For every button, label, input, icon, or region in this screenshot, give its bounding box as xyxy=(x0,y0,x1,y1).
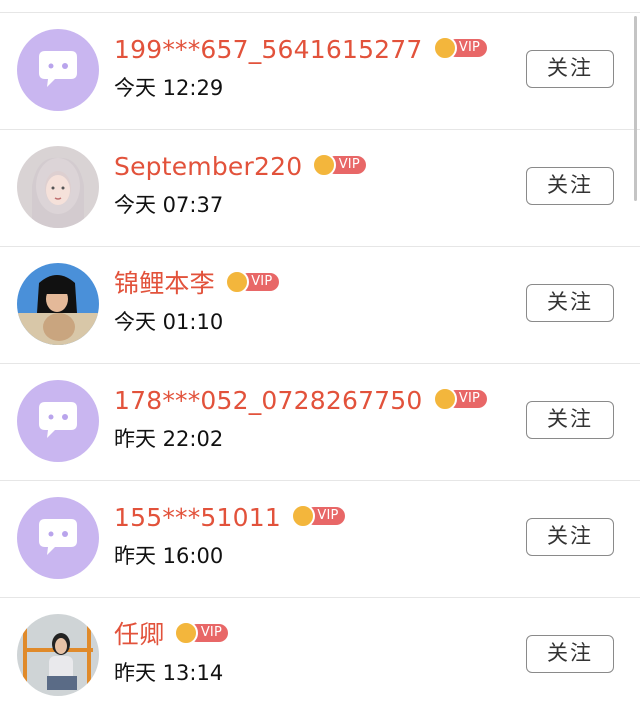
chat-bubble-icon xyxy=(39,519,77,555)
vip-badge: VIP xyxy=(224,270,279,294)
visit-time: 今天 01:10 xyxy=(114,310,224,334)
vip-badge: VIP xyxy=(312,153,367,177)
follow-button[interactable]: 关注 xyxy=(526,401,614,439)
chat-bubble-icon xyxy=(39,402,77,438)
follow-button[interactable]: 关注 xyxy=(526,635,614,673)
username[interactable]: 178***052_0728267750 VIP xyxy=(114,386,487,416)
chat-bubble-icon xyxy=(39,51,77,87)
vip-badge: VIP xyxy=(432,387,487,411)
photo-avatar[interactable] xyxy=(17,263,99,345)
vip-badge: VIP xyxy=(432,36,487,60)
visit-time: 昨天 22:02 xyxy=(114,427,224,451)
user-row[interactable]: 178***052_0728267750 VIP 昨天 22:02 关注 xyxy=(0,363,640,479)
default-avatar[interactable] xyxy=(17,497,99,579)
follow-button[interactable]: 关注 xyxy=(526,167,614,205)
vip-badge: VIP xyxy=(290,504,345,528)
user-row[interactable]: 任卿 VIP 昨天 13:14 关注 xyxy=(0,597,640,713)
default-avatar[interactable] xyxy=(17,29,99,111)
username[interactable]: September220 VIP xyxy=(114,152,367,182)
default-avatar[interactable] xyxy=(17,380,99,462)
crown-icon xyxy=(432,36,457,60)
crown-icon xyxy=(224,270,249,294)
photo-avatar[interactable] xyxy=(17,614,99,696)
username[interactable]: 锦鲤本李 VIP xyxy=(114,269,279,299)
username[interactable]: 199***657_5641615277 VIP xyxy=(114,35,487,65)
vip-badge: VIP xyxy=(174,621,229,645)
user-row[interactable]: 199***657_5641615277 VIP 今天 12:29 关注 xyxy=(0,12,640,128)
follow-button[interactable]: 关注 xyxy=(526,518,614,556)
user-row[interactable]: September220 VIP 今天 07:37 关注 xyxy=(0,129,640,245)
username[interactable]: 任卿 VIP xyxy=(114,620,229,650)
crown-icon xyxy=(432,387,457,411)
follow-button[interactable]: 关注 xyxy=(526,284,614,322)
scrollbar[interactable] xyxy=(634,16,637,201)
crown-icon xyxy=(290,504,315,528)
username[interactable]: 155***51011 VIP xyxy=(114,503,345,533)
visit-time: 昨天 16:00 xyxy=(114,544,224,568)
user-row[interactable]: 155***51011 VIP 昨天 16:00 关注 xyxy=(0,480,640,596)
visit-time: 今天 07:37 xyxy=(114,193,224,217)
visit-time: 昨天 13:14 xyxy=(114,661,224,685)
user-row[interactable]: 锦鲤本李 VIP 今天 01:10 关注 xyxy=(0,246,640,362)
photo-avatar[interactable] xyxy=(17,146,99,228)
follow-button[interactable]: 关注 xyxy=(526,50,614,88)
visit-time: 今天 12:29 xyxy=(114,76,224,100)
